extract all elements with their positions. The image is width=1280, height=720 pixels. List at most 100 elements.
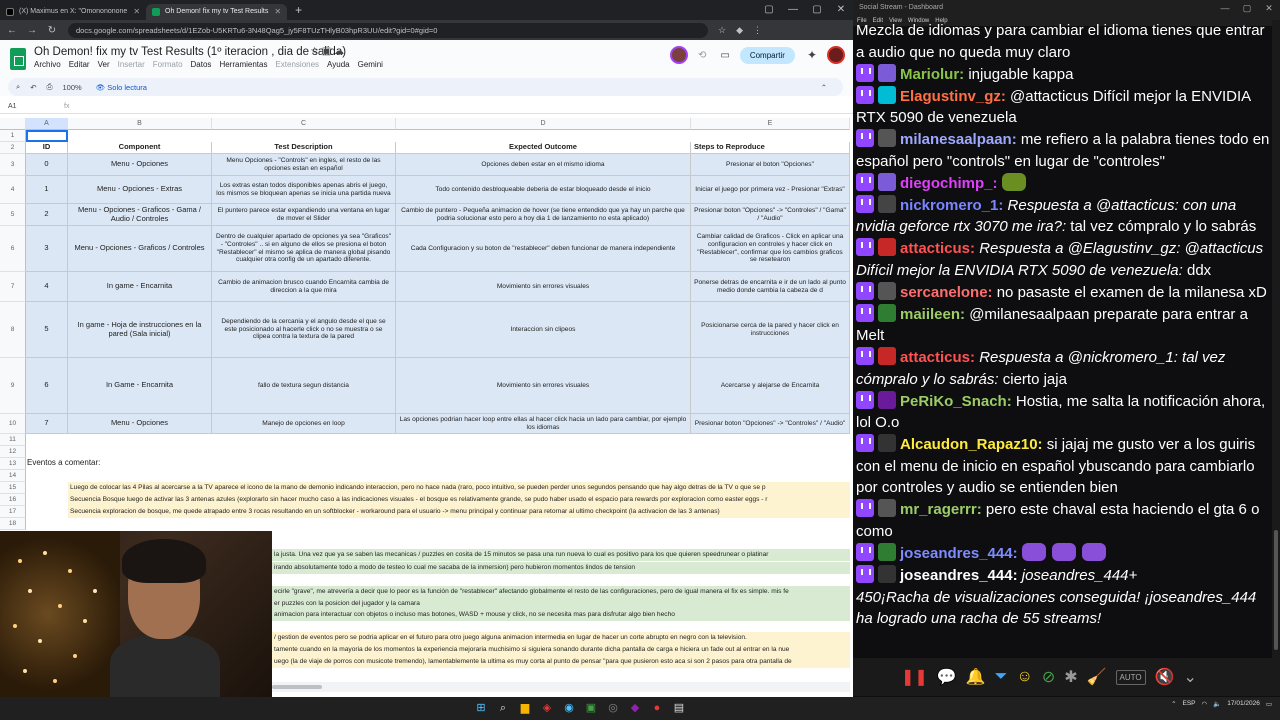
cell-test-description[interactable]: Dependiendo de la cercania y el angulo d… xyxy=(212,302,396,358)
event-note[interactable]: / gestion de eventos pero se podria apli… xyxy=(272,632,850,644)
row-header[interactable]: 18 xyxy=(0,518,26,530)
cell-id[interactable]: 4 xyxy=(26,272,68,302)
forward-icon[interactable]: → xyxy=(24,25,40,36)
language-indicator[interactable]: ESP xyxy=(1183,700,1196,707)
cell-id[interactable]: 2 xyxy=(26,204,68,226)
name-box[interactable]: A1 xyxy=(8,103,17,110)
row-header[interactable]: 11 xyxy=(0,434,26,446)
table-header-id[interactable]: ID xyxy=(26,142,68,154)
row-header[interactable]: 12 xyxy=(0,446,26,458)
event-note[interactable]: uego (la de viaje de porros con musicote… xyxy=(272,656,850,668)
row-header[interactable]: 14 xyxy=(0,470,26,482)
chat-username[interactable]: attacticus: xyxy=(900,349,975,366)
chat-message[interactable]: PeRiKo_Snach: Hostia, me salta la notifi… xyxy=(856,390,1272,434)
video-call-icon[interactable]: ▭ xyxy=(720,50,729,61)
row-header[interactable]: 6 xyxy=(0,226,26,272)
events-title[interactable]: Eventos a comentar: xyxy=(27,458,100,467)
cell-id[interactable]: 3 xyxy=(26,226,68,272)
app-icon[interactable]: ◆ xyxy=(624,700,646,717)
minimize-icon[interactable]: — xyxy=(1214,0,1236,16)
cell-component[interactable]: Menu - Opciones xyxy=(68,154,212,176)
cell-component[interactable]: Menu - Opciones - Graficos - Gama / Audi… xyxy=(68,204,212,226)
auto-button[interactable]: AUTO xyxy=(1115,669,1146,685)
collapse-down-icon[interactable]: ⌄ xyxy=(1184,667,1197,687)
cell-expected-outcome[interactable]: Cada Configuracion y su boton de "restab… xyxy=(396,226,691,272)
chat-message[interactable]: Alcaudon_Rapaz10: si jajaj me gusto ver … xyxy=(856,434,1272,499)
cell-id[interactable]: 1 xyxy=(26,176,68,204)
cell-id[interactable]: 6 xyxy=(26,358,68,414)
corner-cell[interactable] xyxy=(0,118,26,130)
cell-component[interactable]: In game - Encarnita xyxy=(68,272,212,302)
history-icon[interactable]: ⟲ xyxy=(698,50,706,61)
row-header[interactable]: 2 xyxy=(0,142,26,154)
notifications-icon[interactable]: ▭ xyxy=(1266,700,1272,708)
table-header-test-description[interactable]: Test Description xyxy=(212,142,396,154)
clock[interactable]: 17/01/2026 xyxy=(1227,699,1260,708)
cloud-icon[interactable]: ☁ xyxy=(334,46,344,57)
collapse-icon[interactable]: ⌃ xyxy=(821,83,827,92)
row-header[interactable]: 16 xyxy=(0,494,26,506)
bookmark-icon[interactable]: ☆ xyxy=(718,25,726,36)
profile-icon[interactable]: ▢ xyxy=(757,0,781,20)
row-header[interactable]: 17 xyxy=(0,506,26,518)
chat-bubble-icon[interactable]: 💬 xyxy=(937,667,957,687)
event-note[interactable]: irando absolutamente todo a modo de test… xyxy=(272,562,850,574)
cell-test-description[interactable]: Cambio de animacion brusco cuando Encarn… xyxy=(212,272,396,302)
row-header[interactable]: 9 xyxy=(0,358,26,414)
avatar[interactable] xyxy=(669,46,688,64)
column-header-e[interactable]: E xyxy=(691,118,850,130)
chat-message[interactable]: diegochimp_: xyxy=(856,172,1272,195)
cell-expected-outcome[interactable]: Movimiento sin errores visuales xyxy=(396,272,691,302)
event-note[interactable]: la justa. Una vez que ya se saben las me… xyxy=(272,549,850,561)
cell-expected-outcome[interactable]: Cambio de puntero - Pequeña animacion de… xyxy=(396,204,691,226)
cell-steps[interactable]: Ponerse detras de encarnita e ir de un l… xyxy=(691,272,850,302)
row-header[interactable]: 8 xyxy=(0,302,26,358)
volume-icon[interactable]: 🔈 xyxy=(1213,700,1221,708)
menu-icon[interactable]: ⋮ xyxy=(753,25,762,36)
row-header[interactable]: 1 xyxy=(0,130,26,142)
cell-steps[interactable]: Presionar el boton "Opciones" xyxy=(691,154,850,176)
chat-username[interactable]: mr_ragerrr: xyxy=(900,501,982,518)
event-note[interactable]: ecirle "grave", me atrevería a decir que… xyxy=(272,586,850,598)
browser-icon[interactable]: ◈ xyxy=(536,700,558,717)
cell-expected-outcome[interactable]: Interaccion sin clipeos xyxy=(396,302,691,358)
menu-datos[interactable]: Datos xyxy=(191,60,212,69)
star-icon[interactable]: ☆ xyxy=(310,46,319,57)
chat-username[interactable]: PeRiKo_Snach: xyxy=(900,393,1012,410)
menu-ver[interactable]: Ver xyxy=(98,60,110,69)
close-window-icon[interactable]: ✕ xyxy=(829,0,853,20)
cell-steps[interactable]: Acercarse y alejarse de Encarnita xyxy=(691,358,850,414)
row-header[interactable]: 15 xyxy=(0,482,26,494)
cell-component[interactable]: Menu - Opciones - Extras xyxy=(68,176,212,204)
chat-scrollbar[interactable] xyxy=(1272,20,1280,658)
cell-id[interactable]: 5 xyxy=(26,302,68,358)
url-input[interactable]: docs.google.com/spreadsheets/d/1EZob-U5K… xyxy=(68,22,708,38)
obs-icon[interactable]: ● xyxy=(646,700,668,717)
cell-test-description[interactable]: Dentro de cualquier apartado de opciones… xyxy=(212,226,396,272)
scroll-thumb[interactable] xyxy=(272,685,322,689)
chat-message[interactable]: Elagustinv_gz: @attacticus Difícil mejor… xyxy=(856,85,1272,129)
reload-icon[interactable]: ↻ xyxy=(44,25,60,36)
emoji-icon[interactable]: ☺ xyxy=(1016,668,1032,686)
back-icon[interactable]: ← xyxy=(4,25,20,36)
mute-icon[interactable]: 🔇 xyxy=(1155,667,1175,687)
selected-cell-a1[interactable] xyxy=(26,130,68,142)
maximize-icon[interactable]: ▢ xyxy=(1236,0,1258,16)
close-window-icon[interactable]: ✕ xyxy=(1258,0,1280,16)
chat-username[interactable]: joseandres_444: xyxy=(900,567,1018,584)
broom-icon[interactable]: 🧹 xyxy=(1087,667,1107,687)
chat-message[interactable]: joseandres_444: joseandres_444+ xyxy=(856,564,1272,587)
wifi-icon[interactable]: ◠ xyxy=(1202,700,1208,708)
account-avatar[interactable] xyxy=(827,46,845,64)
table-header-steps[interactable]: Steps to Reproduce xyxy=(691,142,850,154)
tray-expand-icon[interactable]: ⌃ xyxy=(1171,700,1176,708)
maximize-icon[interactable]: ▢ xyxy=(805,0,829,20)
cell-component[interactable]: Menu - Opciones - Graficos / Controles xyxy=(68,226,212,272)
menu-gemini[interactable]: Gemini xyxy=(358,60,383,69)
cell-id[interactable]: 0 xyxy=(26,154,68,176)
chat-username[interactable]: diegochimp_: xyxy=(900,175,998,192)
row-header[interactable]: 7 xyxy=(0,272,26,302)
chat-feed[interactable]: Mezcla de idiomas y para cambiar el idio… xyxy=(856,20,1272,658)
column-header-d[interactable]: D xyxy=(396,118,691,130)
row-header[interactable]: 10 xyxy=(0,414,26,434)
